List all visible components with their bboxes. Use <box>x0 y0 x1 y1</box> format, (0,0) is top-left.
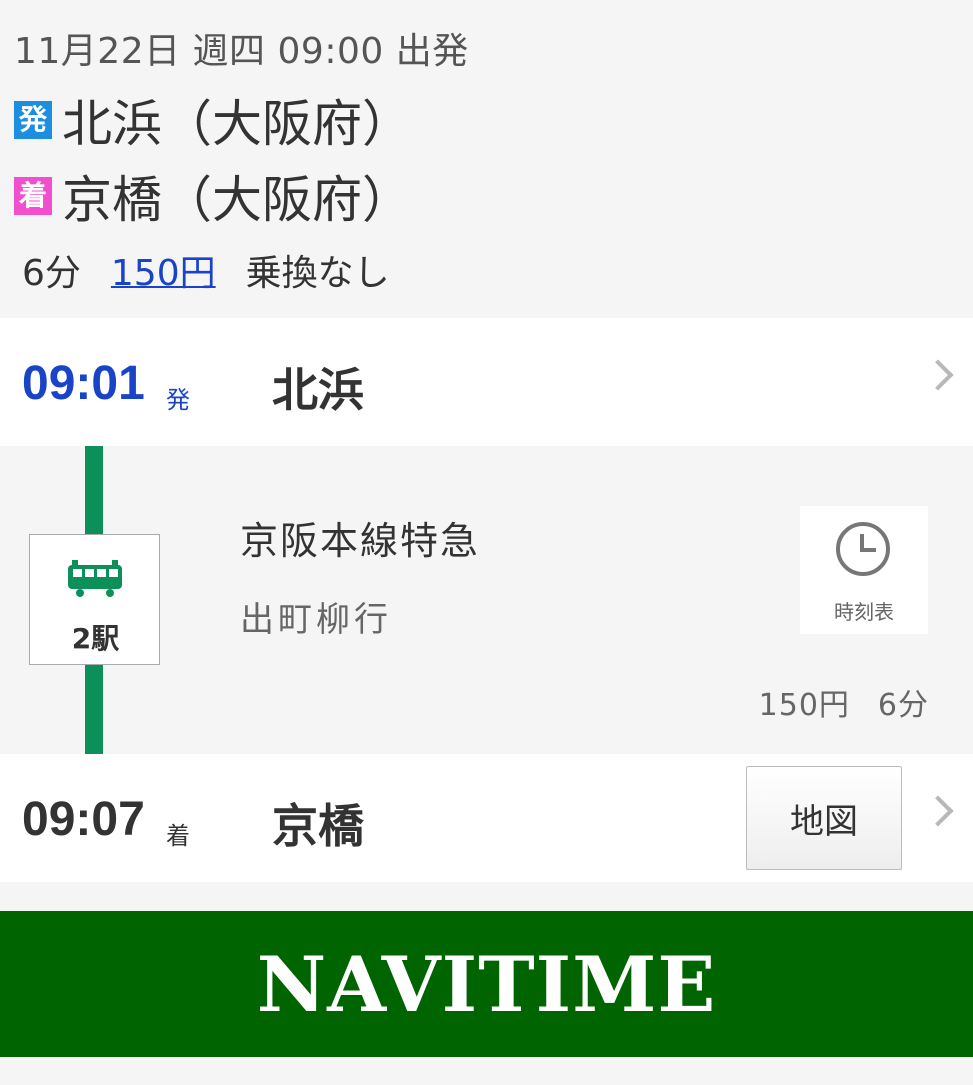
chevron-right-icon <box>922 795 954 827</box>
departure-suffix: 発 <box>166 386 190 414</box>
timetable-label: 時刻表 <box>834 600 894 624</box>
from-station-name: 北浜（大阪府） <box>62 95 412 153</box>
departure-datetime: 11月22日 週四 09:00 出発 <box>14 31 469 72</box>
departure-badge-icon: 発 <box>14 101 52 139</box>
to-station-line: 着 京橋（大阪府） <box>14 160 412 232</box>
transfer-count: 乗換なし <box>245 253 390 294</box>
clock-icon <box>836 522 890 576</box>
train-segment: 2駅 京阪本線特急 出町柳行 時刻表 150円 6分 <box>0 446 973 754</box>
total-duration: 6分 <box>22 253 81 294</box>
navitime-logo: NAVITIME <box>256 939 717 1029</box>
fare-link[interactable]: 150円 <box>111 244 216 296</box>
segment-fare: 150円 <box>758 688 850 723</box>
departure-station: 北浜 <box>272 363 364 417</box>
timetable-button[interactable]: 時刻表 <box>800 506 928 634</box>
arrival-station: 京橋 <box>272 799 364 853</box>
arrival-badge-icon: 着 <box>14 177 52 215</box>
line-name: 京阪本線特急 <box>240 519 481 563</box>
arrival-time: 09:07 <box>22 793 145 846</box>
navitime-banner[interactable]: NAVITIME <box>0 911 973 1057</box>
arrival-suffix: 着 <box>166 822 190 850</box>
departure-station-row[interactable]: 09:01 発 北浜 <box>0 318 973 446</box>
segment-fare-duration: 150円 6分 <box>759 680 929 724</box>
chevron-right-icon <box>922 359 954 391</box>
map-button[interactable]: 地図 <box>746 766 902 870</box>
arrival-station-row[interactable]: 09:07 着 京橋 地図 <box>0 754 973 882</box>
departure-time: 09:01 <box>22 357 145 410</box>
train-icon <box>68 560 122 597</box>
route-summary-header: 11月22日 週四 09:00 出発 発 北浜（大阪府） 着 京橋（大阪府） 6… <box>0 0 973 318</box>
stops-count: 2駅 <box>71 622 120 655</box>
route-summary: 6分 150円 乗換なし <box>22 244 390 296</box>
to-station-name: 京橋（大阪府） <box>62 171 412 229</box>
segment-duration: 6分 <box>877 688 929 723</box>
from-station-line: 発 北浜（大阪府） <box>14 84 412 156</box>
train-stops-box: 2駅 <box>29 534 160 665</box>
train-direction: 出町柳行 <box>240 600 392 640</box>
